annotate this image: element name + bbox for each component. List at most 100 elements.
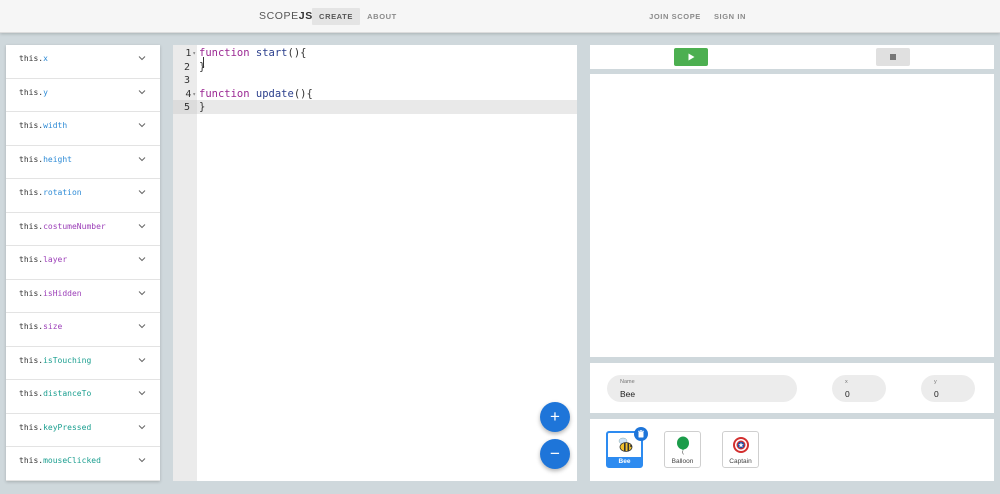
property-item-is-hidden[interactable]: this.isHidden — [6, 280, 160, 313]
chevron-down-icon — [138, 290, 146, 295]
property-item-y[interactable]: this.y — [6, 79, 160, 112]
line-number: 5 — [173, 101, 197, 115]
property-prefix: this. — [19, 456, 44, 465]
stage-canvas[interactable] — [590, 74, 994, 357]
sprite-name: Captain — [729, 458, 752, 465]
property-name: isTouching — [43, 355, 92, 365]
property-item-distance-to[interactable]: this.distanceTo — [6, 380, 160, 414]
property-item-x[interactable]: this.x — [6, 45, 160, 79]
stop-icon — [890, 54, 896, 60]
line-number-text: 3 — [183, 75, 190, 86]
property-prefix: this. — [19, 154, 44, 164]
delete-sprite-button[interactable] — [634, 427, 648, 441]
play-icon — [688, 53, 695, 61]
chevron-down-icon — [138, 257, 146, 262]
stop-button[interactable] — [876, 48, 910, 66]
property-prefix: this. — [19, 389, 44, 398]
line-number-text: 4 — [185, 88, 192, 100]
code-editor[interactable]: 1▾234▾5 function start(){}function updat… — [173, 45, 577, 481]
property-label: this.costumeNumber — [19, 222, 106, 231]
code-function-name: start — [249, 47, 288, 59]
trash-icon — [638, 430, 644, 438]
property-label: this.mouseClicked — [19, 456, 101, 465]
zoom-in-button[interactable]: + — [540, 402, 570, 432]
property-label: this.width — [19, 121, 67, 130]
property-item-layer[interactable]: this.layer — [6, 246, 160, 280]
brand-light: SCOPE — [259, 10, 299, 22]
run-toolbar — [590, 45, 994, 69]
property-label: this.y — [19, 88, 48, 97]
property-name: size — [43, 322, 63, 331]
property-prefix: this. — [19, 87, 44, 97]
sprite-balloon[interactable]: Balloon — [664, 431, 701, 468]
code-line[interactable]: } — [199, 101, 205, 115]
sprite-y-value: 0 — [934, 389, 939, 399]
property-label: this.isTouching — [19, 356, 91, 365]
sprite-captain[interactable]: Captain — [722, 431, 759, 468]
chevron-down-icon — [138, 89, 146, 94]
chevron-down-icon — [138, 324, 146, 329]
property-item-costume-number[interactable]: this.costumeNumber — [6, 213, 160, 246]
sprite-y-field[interactable]: y 0 — [921, 375, 975, 402]
sprite-properties-panel: Name Bee x 0 y 0 — [590, 363, 994, 413]
nav-sign-in[interactable]: SIGN IN — [711, 8, 749, 25]
nav-about[interactable]: ABOUT — [364, 8, 400, 25]
line-number: 4▾ — [173, 88, 197, 102]
property-prefix: this. — [19, 355, 44, 365]
chevron-down-icon — [138, 223, 146, 228]
line-number: 3 — [173, 74, 197, 88]
property-item-width[interactable]: this.width — [6, 112, 160, 146]
sprite-name-field[interactable]: Name Bee — [607, 375, 797, 402]
property-label: this.layer — [19, 255, 67, 264]
top-navbar: SCOPEJS CREATE ABOUT JOIN SCOPE SIGN IN — [0, 0, 1000, 33]
sprite-name-value: Bee — [620, 389, 636, 399]
line-number: 2 — [173, 61, 197, 75]
property-prefix: this. — [19, 255, 44, 264]
brand-logo[interactable]: SCOPEJS — [259, 10, 313, 22]
property-item-size[interactable]: this.size — [6, 313, 160, 347]
property-item-key-pressed[interactable]: this.keyPressed — [6, 414, 160, 447]
property-prefix: this. — [19, 221, 44, 231]
sprite-x-value: 0 — [845, 389, 850, 399]
code-keyword: function — [199, 47, 250, 59]
property-name: distanceTo — [43, 389, 92, 398]
property-item-mouse-clicked[interactable]: this.mouseClicked — [6, 447, 160, 481]
property-label: this.height — [19, 155, 72, 164]
code-line[interactable]: function start(){ — [199, 47, 306, 61]
code-line[interactable]: function update(){ — [199, 88, 313, 102]
property-name: y — [43, 87, 48, 97]
chevron-down-icon — [138, 190, 146, 195]
property-name: x — [43, 54, 48, 63]
property-name: isHidden — [43, 288, 82, 298]
chevron-down-icon — [138, 56, 146, 61]
property-prefix: this. — [19, 322, 44, 331]
play-button[interactable] — [674, 48, 708, 66]
property-label: this.x — [19, 54, 48, 63]
sprite-y-label: y — [934, 379, 937, 385]
fold-arrow-icon[interactable]: ▾ — [192, 91, 196, 98]
line-number-text: 2 — [183, 61, 190, 73]
property-label: this.keyPressed — [19, 423, 91, 432]
properties-panel: this.x this.y this.width this.height this.ro… — [6, 45, 160, 481]
property-item-rotation[interactable]: this.rotation — [6, 179, 160, 213]
property-label: this.rotation — [19, 188, 82, 197]
property-name: mouseClicked — [43, 456, 101, 465]
fold-arrow-icon[interactable]: ▾ — [192, 50, 196, 57]
line-number-text: 1 — [185, 48, 192, 59]
sprite-x-field[interactable]: x 0 — [832, 375, 886, 402]
code-keyword: function — [199, 87, 250, 100]
sprite-name: Balloon — [671, 458, 694, 465]
zoom-out-button[interactable]: − — [540, 439, 570, 469]
captain-shield-icon — [733, 437, 749, 453]
chevron-down-icon — [138, 424, 146, 429]
nav-create[interactable]: CREATE — [312, 8, 360, 25]
line-number: 1▾ — [173, 47, 197, 61]
property-item-is-touching[interactable]: this.isTouching — [6, 347, 160, 380]
property-item-height[interactable]: this.height — [6, 146, 160, 179]
property-prefix: this. — [19, 422, 44, 432]
chevron-down-icon — [138, 458, 146, 463]
nav-join-scope[interactable]: JOIN SCOPE — [646, 8, 704, 25]
property-name: height — [43, 154, 72, 164]
balloon-icon — [677, 436, 689, 455]
property-name: width — [43, 121, 68, 130]
